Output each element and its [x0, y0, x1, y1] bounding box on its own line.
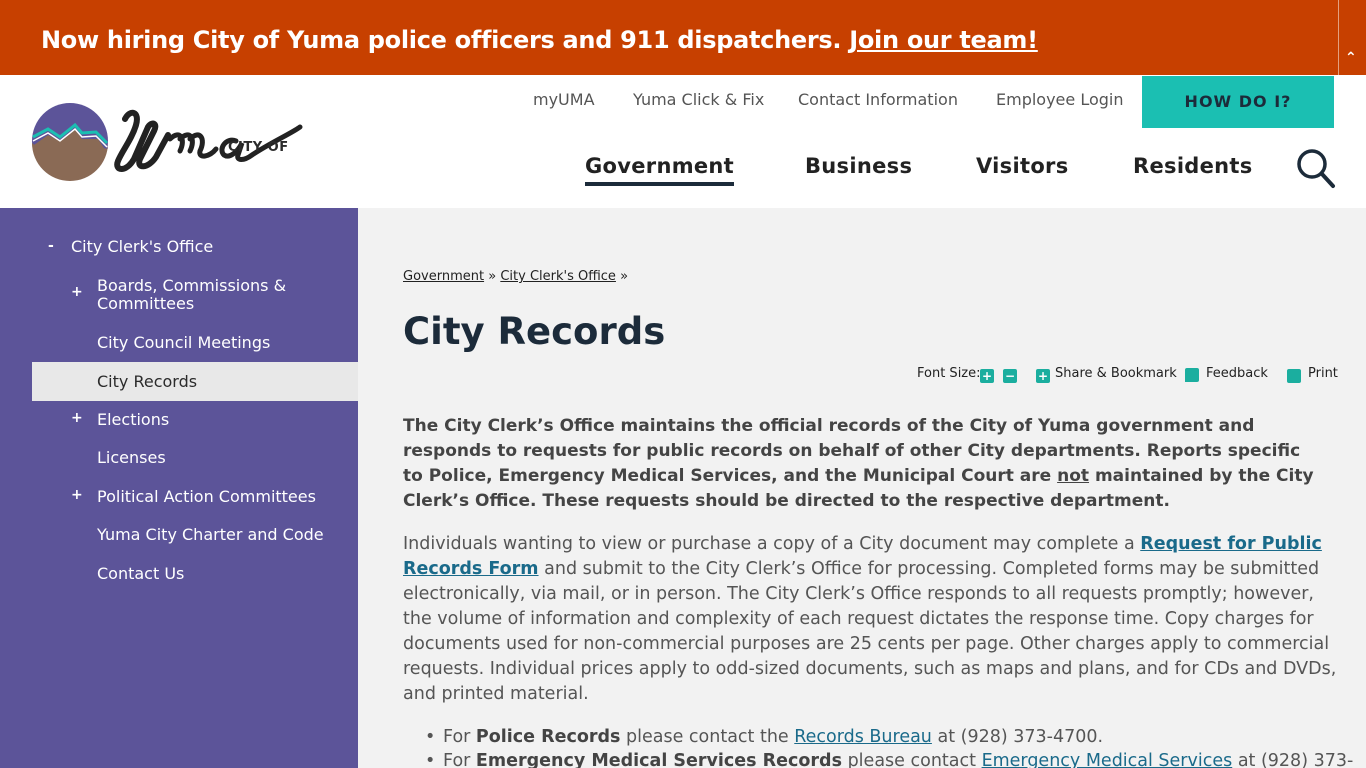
feedback-link[interactable]: Feedback	[1206, 366, 1268, 381]
how-do-i-button[interactable]: HOW DO I?	[1142, 76, 1334, 128]
logo-city-of: CITY OF	[228, 140, 289, 155]
list-item: For Emergency Medical Services Records p…	[403, 749, 1353, 768]
banner-message: Now hiring City of Yuma police officers …	[41, 26, 1038, 54]
print-icon[interactable]	[1287, 369, 1301, 383]
nav-residents[interactable]: Residents	[1133, 154, 1253, 178]
intro-paragraph: The City Clerk’s Office maintains the of…	[403, 414, 1323, 514]
font-increase-icon[interactable]: +	[980, 369, 994, 383]
join-team-link[interactable]: Join our team!	[849, 26, 1038, 54]
print-link[interactable]: Print	[1308, 366, 1338, 381]
search-icon[interactable]	[1296, 148, 1336, 190]
sidebar-item-elections[interactable]: Elections	[97, 411, 169, 429]
para-text-a: Individuals wanting to view or purchase …	[403, 534, 1135, 554]
city-logo[interactable]: CITY OF	[30, 99, 305, 184]
breadcrumb-separator: »	[488, 269, 497, 284]
records-bureau-link[interactable]: Records Bureau	[794, 727, 932, 747]
bullet-mid: please contact	[847, 751, 976, 768]
breadcrumb-city-clerk[interactable]: City Clerk's Office	[500, 269, 616, 284]
section-sidebar: - City Clerk's Office + Boards, Commissi…	[0, 208, 358, 768]
bullet-bold: Emergency Medical Services Records	[475, 751, 842, 768]
utility-link-employee-login[interactable]: Employee Login	[996, 90, 1124, 109]
request-paragraph: Individuals wanting to view or purchase …	[403, 532, 1343, 707]
breadcrumb-separator: »	[620, 269, 629, 284]
sidebar-item-council-meetings[interactable]: City Council Meetings	[97, 334, 270, 352]
font-size-label: Font Size:	[917, 366, 981, 381]
site-header: CITY OF myUMA Yuma Click & Fix Contact I…	[0, 75, 1366, 208]
bullet-post: at (928) 373-4700.	[937, 727, 1104, 747]
sidebar-item-pacs[interactable]: Political Action Committees	[97, 488, 316, 506]
sidebar-item-boards[interactable]: Boards, Commissions & Committees	[97, 277, 297, 313]
expand-toggle[interactable]: +	[71, 487, 83, 503]
sidebar-item-licenses[interactable]: Licenses	[97, 449, 166, 467]
breadcrumb-government[interactable]: Government	[403, 269, 484, 284]
banner-text: Now hiring City of Yuma police officers …	[41, 26, 842, 54]
utility-link-click-fix[interactable]: Yuma Click & Fix	[633, 90, 764, 109]
sidebar-item-contact-us[interactable]: Contact Us	[97, 565, 184, 583]
share-bookmark-link[interactable]: Share & Bookmark	[1055, 366, 1177, 381]
bullet-mid: please contact the	[626, 727, 789, 747]
page-title: City Records	[403, 310, 666, 353]
sidebar-item-label: City Records	[97, 372, 198, 391]
feedback-icon[interactable]	[1185, 368, 1199, 382]
expand-toggle[interactable]: +	[71, 284, 83, 300]
bullet-post: at (928) 373-	[1237, 751, 1354, 768]
breadcrumb: Government » City Clerk's Office »	[403, 269, 628, 284]
bullet-bold: Police Records	[475, 727, 621, 747]
alert-banner: Now hiring City of Yuma police officers …	[0, 0, 1366, 75]
list-item: For Police Records please contact the Re…	[403, 725, 1333, 749]
para-text-b: and submit to the City Clerk’s Office fo…	[403, 559, 1337, 704]
intro-not: not	[1057, 466, 1090, 486]
ems-link[interactable]: Emergency Medical Services	[982, 751, 1233, 768]
collapse-toggle[interactable]: -	[48, 238, 54, 254]
records-contacts-list: For Police Records please contact the Re…	[403, 725, 1353, 768]
expand-toggle[interactable]: +	[71, 410, 83, 426]
sidebar-item-charter-code[interactable]: Yuma City Charter and Code	[97, 526, 324, 544]
sidebar-item-city-records[interactable]: City Records	[32, 362, 358, 401]
banner-collapse-button[interactable]: ⌃	[1338, 0, 1366, 75]
bullet-pre: For	[443, 751, 471, 768]
nav-visitors[interactable]: Visitors	[976, 154, 1069, 178]
utility-link-myuma[interactable]: myUMA	[533, 90, 595, 109]
bullet-pre: For	[443, 727, 471, 747]
utility-link-contact[interactable]: Contact Information	[798, 90, 958, 109]
main-content: Government » City Clerk's Office » City …	[358, 208, 1366, 768]
nav-business[interactable]: Business	[805, 154, 912, 178]
font-decrease-icon[interactable]: −	[1003, 369, 1017, 383]
double-chevron-up-icon: ⌃	[1345, 50, 1357, 66]
sidebar-item-city-clerk[interactable]: City Clerk's Office	[71, 238, 213, 256]
share-plus-icon[interactable]: +	[1036, 369, 1050, 383]
nav-government[interactable]: Government	[585, 154, 735, 186]
